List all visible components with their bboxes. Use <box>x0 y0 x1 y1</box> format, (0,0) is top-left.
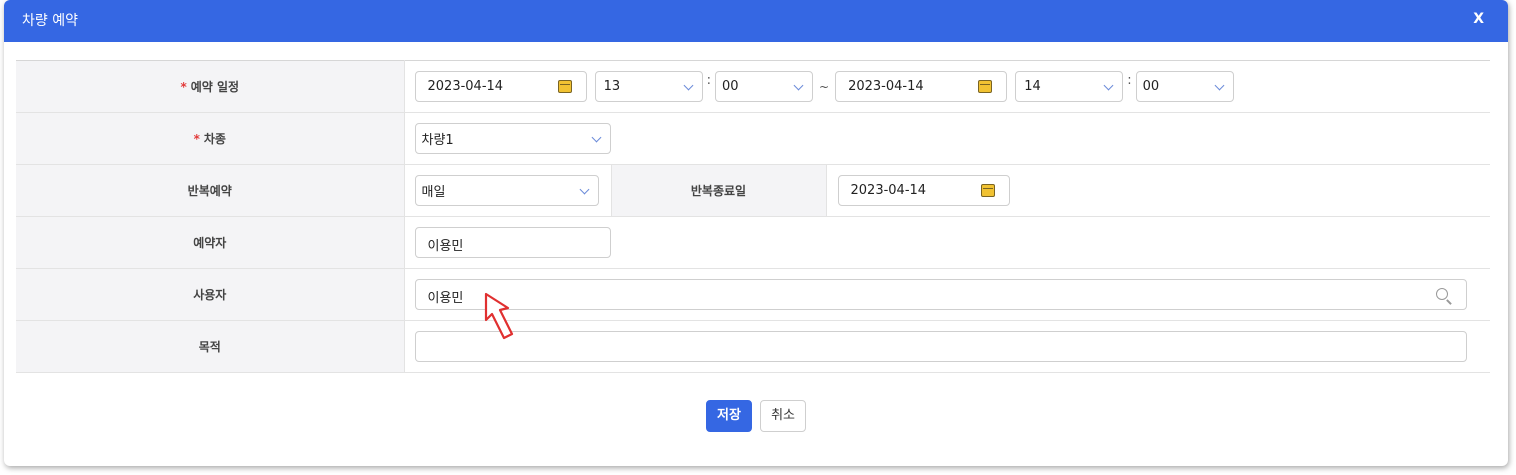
label-user: 사용자 <box>16 268 405 321</box>
label-reserver: 예약자 <box>16 216 405 269</box>
start-hour-select[interactable]: 13 <box>594 71 703 102</box>
label-repeat-end: 반복종료일 <box>610 165 827 216</box>
dialog-titlebar: 차량 예약 X <box>4 0 1508 42</box>
calendar-icon[interactable] <box>557 80 572 93</box>
reservation-dialog: 차량 예약 X * 예약 일정 2023-04-14 13 : 00 ~ 202… <box>4 0 1508 466</box>
row-vehicle: * 차종 차량1 <box>16 112 1490 165</box>
user-search-input[interactable]: 이용민 <box>414 279 1467 310</box>
search-icon[interactable] <box>1435 288 1448 300</box>
calendar-icon[interactable] <box>980 184 995 197</box>
calendar-icon[interactable] <box>978 80 993 93</box>
save-button[interactable]: 저장 <box>706 400 752 432</box>
end-date-input[interactable]: 2023-04-14 <box>835 71 1008 102</box>
chevron-down-icon <box>1103 80 1114 91</box>
end-minute-select[interactable]: 00 <box>1135 71 1234 102</box>
pointer-arrow-icon <box>484 292 514 340</box>
time-separator: : <box>706 73 712 88</box>
row-repeat: 반복예약 매일 반복종료일 2023-04-14 <box>16 164 1490 217</box>
chevron-down-icon <box>793 80 804 91</box>
repeat-end-date-input[interactable]: 2023-04-14 <box>837 175 1010 206</box>
reservation-form: *예약 일정 2023-04-14 13 : 00 ~ 2023-04-14 <box>16 60 1490 373</box>
row-purpose: 목적 <box>16 320 1490 373</box>
label-schedule: * 예약 일정 <box>16 60 405 113</box>
label-purpose: 목적 <box>16 320 405 373</box>
dialog-title: 차량 예약 <box>22 13 78 29</box>
chevron-down-icon <box>683 80 694 91</box>
chevron-down-icon <box>579 184 589 195</box>
label-vehicle: * 차종 <box>16 112 405 165</box>
close-button[interactable]: X <box>1473 11 1484 27</box>
start-date-input[interactable]: 2023-04-14 <box>414 71 587 102</box>
label-repeat: 반복예약 <box>16 164 405 217</box>
button-bar: 저장 취소 <box>4 400 1508 432</box>
required-mark: * <box>180 80 187 94</box>
purpose-input[interactable] <box>414 331 1467 362</box>
chevron-down-icon <box>1214 80 1225 91</box>
required-mark: * <box>193 132 200 146</box>
repeat-select[interactable]: 매일 <box>414 175 599 206</box>
chevron-down-icon <box>591 132 601 143</box>
cancel-button[interactable]: 취소 <box>760 400 806 432</box>
start-minute-select[interactable]: 00 <box>715 71 814 102</box>
end-hour-select[interactable]: 14 <box>1015 71 1124 102</box>
vehicle-select[interactable]: 차량1 <box>414 123 611 154</box>
reserver-input[interactable]: 이용민 <box>414 227 611 258</box>
time-separator: : <box>1127 73 1132 88</box>
row-reserver: 예약자 이용민 <box>16 216 1490 269</box>
range-separator: ~ <box>819 79 830 94</box>
row-user: 사용자 이용민 <box>16 268 1490 321</box>
row-schedule: *예약 일정 2023-04-14 13 : 00 ~ 2023-04-14 <box>16 60 1490 113</box>
